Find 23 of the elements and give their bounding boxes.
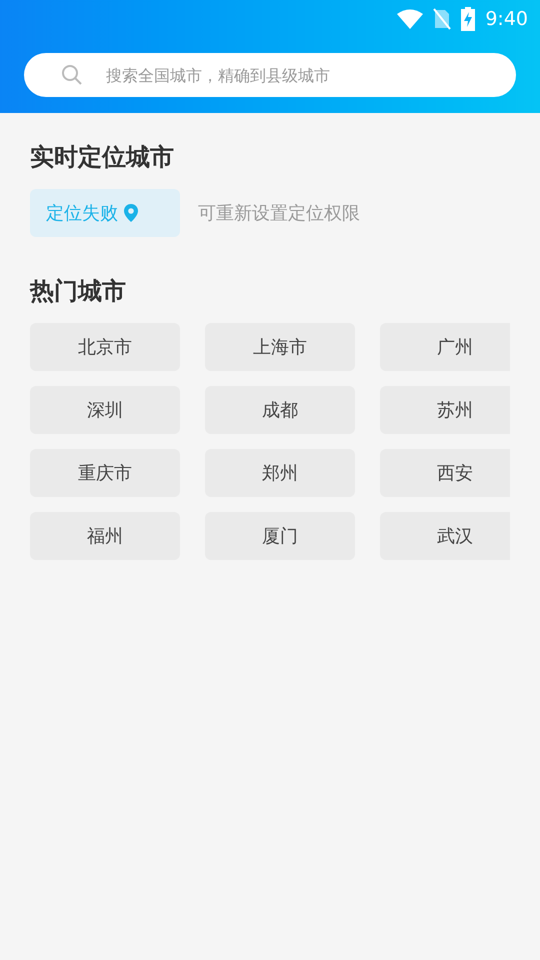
city-button[interactable]: 广州 <box>380 323 510 371</box>
city-button[interactable]: 西安 <box>380 449 510 497</box>
city-button[interactable]: 成都 <box>205 386 355 434</box>
city-button[interactable]: 苏州 <box>380 386 510 434</box>
section-title: 热门城市 <box>30 276 127 307</box>
city-button[interactable]: 上海市 <box>205 323 355 371</box>
location-pin-icon <box>124 204 138 222</box>
no-sim-icon <box>433 8 452 30</box>
city-button[interactable]: 深圳 <box>30 386 180 434</box>
battery-charging-icon <box>461 7 476 31</box>
city-button[interactable]: 厦门 <box>205 512 355 560</box>
city-button[interactable]: 郑州 <box>205 449 355 497</box>
location-status-text: 定位失败 <box>46 202 118 226</box>
clock-time: 9:40 <box>485 6 528 32</box>
city-button[interactable]: 福州 <box>30 512 180 560</box>
city-button[interactable]: 北京市 <box>30 323 180 371</box>
wifi-icon <box>397 9 424 29</box>
city-button[interactable]: 重庆市 <box>30 449 180 497</box>
search-icon <box>60 63 84 87</box>
search-field[interactable]: 搜索全国城市，精确到县级城市 <box>24 53 516 97</box>
hint-text: 可重新设置定位权限 <box>198 202 360 226</box>
city-button[interactable]: 武汉 <box>380 512 510 560</box>
section-title: 实时定位城市 <box>30 142 175 173</box>
